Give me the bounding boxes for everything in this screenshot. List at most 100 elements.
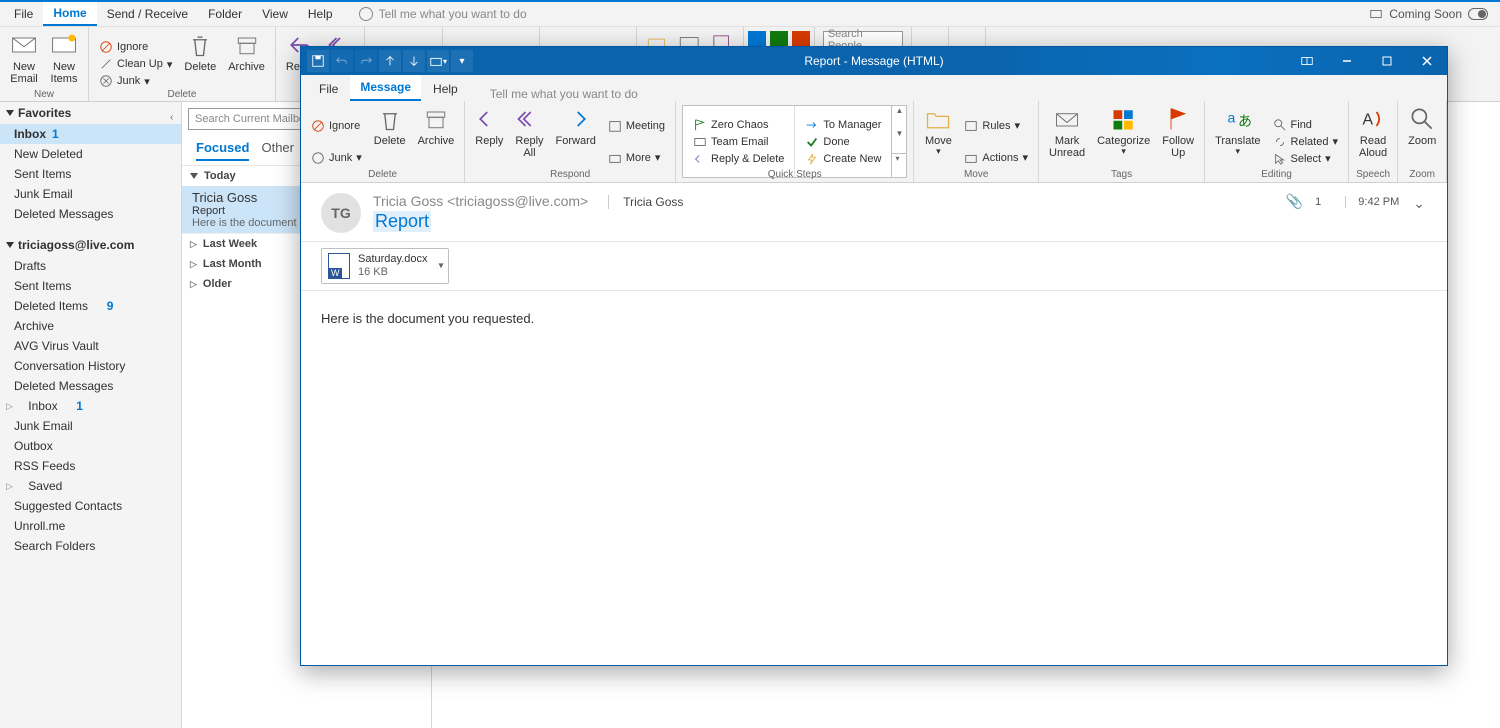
account-header[interactable]: triciagoss@live.com xyxy=(0,234,181,256)
related-button[interactable]: Related ▾ xyxy=(1271,134,1340,150)
folder-archive[interactable]: Archive xyxy=(0,316,181,336)
archive-icon xyxy=(422,105,450,133)
cleanup-button[interactable]: Clean Up ▾ xyxy=(97,56,174,72)
link-icon xyxy=(1273,135,1287,149)
msg-group-quicksteps-label: Quick Steps xyxy=(676,169,913,180)
folder-inbox[interactable]: ▷ Inbox 1 xyxy=(0,396,181,416)
trash-icon xyxy=(186,31,214,59)
folder-search[interactable]: Search Folders xyxy=(0,536,181,556)
minimize-button[interactable] xyxy=(1327,47,1367,75)
save-button[interactable] xyxy=(307,50,329,72)
folder-junk[interactable]: Junk Email xyxy=(0,416,181,436)
fav-new-deleted[interactable]: New Deleted xyxy=(0,144,181,164)
ignore-button[interactable]: Ignore xyxy=(97,39,174,55)
archive-icon xyxy=(233,31,261,59)
close-button[interactable] xyxy=(1407,47,1447,75)
folder-deleted-items[interactable]: Deleted Items 9 xyxy=(0,296,181,316)
ribbon-display-button[interactable] xyxy=(1287,47,1327,75)
msg-tell-me[interactable]: Tell me what you want to do xyxy=(484,87,638,101)
qat-move-button[interactable]: ▾ xyxy=(427,50,449,72)
qs-reply-delete[interactable]: Reply & Delete xyxy=(691,151,786,167)
folder-unroll[interactable]: Unroll.me xyxy=(0,516,181,536)
reply-icon xyxy=(475,105,503,133)
favorites-header[interactable]: Favorites xyxy=(0,102,181,124)
message-titlebar[interactable]: ▾ ▾ Report - Message (HTML) xyxy=(301,47,1447,75)
select-button[interactable]: Select ▾ xyxy=(1271,151,1340,167)
calendar-icon xyxy=(608,119,622,133)
qs-to-manager[interactable]: To Manager xyxy=(803,117,883,133)
next-item-button[interactable] xyxy=(403,50,425,72)
folder-icon xyxy=(924,105,952,133)
message-body[interactable]: Here is the document you requested. xyxy=(301,291,1447,665)
qs-scroll-down[interactable]: ▼ xyxy=(892,129,906,152)
redo-button[interactable] xyxy=(355,50,377,72)
undo-icon xyxy=(335,54,349,68)
bulb-icon xyxy=(359,7,373,21)
qs-create-new[interactable]: Create New xyxy=(803,151,883,167)
folder-outbox[interactable]: Outbox xyxy=(0,436,181,456)
tab-file[interactable]: File xyxy=(4,3,43,25)
msg-group-move-label: Move xyxy=(914,169,1038,180)
junk-icon xyxy=(99,74,113,88)
msg-actions-button[interactable]: Actions ▾ xyxy=(962,150,1030,166)
msg-more-button[interactable]: More ▾ xyxy=(606,150,667,166)
folder-rss[interactable]: RSS Feeds xyxy=(0,456,181,476)
tab-send-receive[interactable]: Send / Receive xyxy=(97,3,198,25)
folder-sent[interactable]: Sent Items xyxy=(0,276,181,296)
redo-icon xyxy=(359,54,373,68)
folder-conv-history[interactable]: Conversation History xyxy=(0,356,181,376)
cursor-icon xyxy=(1273,152,1287,166)
folder-move-icon xyxy=(429,54,443,68)
attachment-row: Saturday.docx 16 KB ▾ xyxy=(301,242,1447,291)
qs-scroll-up[interactable]: ▲ xyxy=(892,106,906,129)
fav-deleted-msgs[interactable]: Deleted Messages xyxy=(0,204,181,224)
arrow-down-icon xyxy=(407,54,421,68)
tab-folder[interactable]: Folder xyxy=(198,3,252,25)
body-text: Here is the document you requested. xyxy=(321,311,534,326)
msg-tab-message[interactable]: Message xyxy=(350,75,421,101)
svg-text:あ: あ xyxy=(1238,113,1252,129)
msg-tab-file[interactable]: File xyxy=(309,77,348,101)
save-icon xyxy=(311,54,325,68)
tab-help[interactable]: Help xyxy=(298,3,343,25)
msg-junk-button[interactable]: Junk ▾ xyxy=(309,150,364,166)
group-new-label: New xyxy=(0,89,88,100)
arrow-icon xyxy=(805,118,819,132)
ignore-icon xyxy=(311,119,325,133)
chevron-right-icon: ▷ xyxy=(6,481,13,492)
msg-meeting-button[interactable]: Meeting xyxy=(606,118,667,134)
folder-drafts[interactable]: Drafts xyxy=(0,256,181,276)
qs-done[interactable]: Done xyxy=(803,134,883,150)
tab-focused[interactable]: Focused xyxy=(196,140,249,161)
fav-sent[interactable]: Sent Items xyxy=(0,164,181,184)
maximize-button[interactable] xyxy=(1367,47,1407,75)
fav-inbox[interactable]: Inbox1 xyxy=(0,124,181,144)
attachment-count: 1 xyxy=(1315,196,1321,208)
folder-saved[interactable]: ▷ Saved xyxy=(0,476,181,496)
qs-zero-chaos[interactable]: Zero Chaos xyxy=(691,117,786,133)
folder-suggested[interactable]: Suggested Contacts xyxy=(0,496,181,516)
junk-button[interactable]: Junk ▾ xyxy=(97,73,174,89)
qat-customize-button[interactable]: ▾ xyxy=(451,50,473,72)
attachment-chip[interactable]: Saturday.docx 16 KB ▾ xyxy=(321,248,449,284)
folder-deleted-msgs[interactable]: Deleted Messages xyxy=(0,376,181,396)
folder-avg[interactable]: AVG Virus Vault xyxy=(0,336,181,356)
tab-other[interactable]: Other xyxy=(261,140,294,161)
find-button[interactable]: Find xyxy=(1271,117,1340,133)
chevron-down-icon xyxy=(6,242,14,248)
undo-button[interactable] xyxy=(331,50,353,72)
broom-icon xyxy=(99,57,113,71)
fav-junk[interactable]: Junk Email xyxy=(0,184,181,204)
qs-team-email[interactable]: Team Email xyxy=(691,134,786,150)
prev-item-button[interactable] xyxy=(379,50,401,72)
tab-home[interactable]: Home xyxy=(43,2,96,26)
msg-ignore-button[interactable]: Ignore xyxy=(309,118,364,134)
msg-rules-button[interactable]: Rules ▾ xyxy=(962,118,1030,134)
msg-tab-help[interactable]: Help xyxy=(423,77,468,101)
svg-text:A: A xyxy=(1363,111,1374,128)
tab-view[interactable]: View xyxy=(252,3,298,25)
tell-me-search[interactable]: Tell me what you want to do xyxy=(359,7,527,21)
expand-header-button[interactable]: ⌄ xyxy=(1411,193,1427,214)
nav-collapse-button[interactable]: ‹ xyxy=(170,112,173,123)
sender-avatar[interactable]: TG xyxy=(321,193,361,233)
